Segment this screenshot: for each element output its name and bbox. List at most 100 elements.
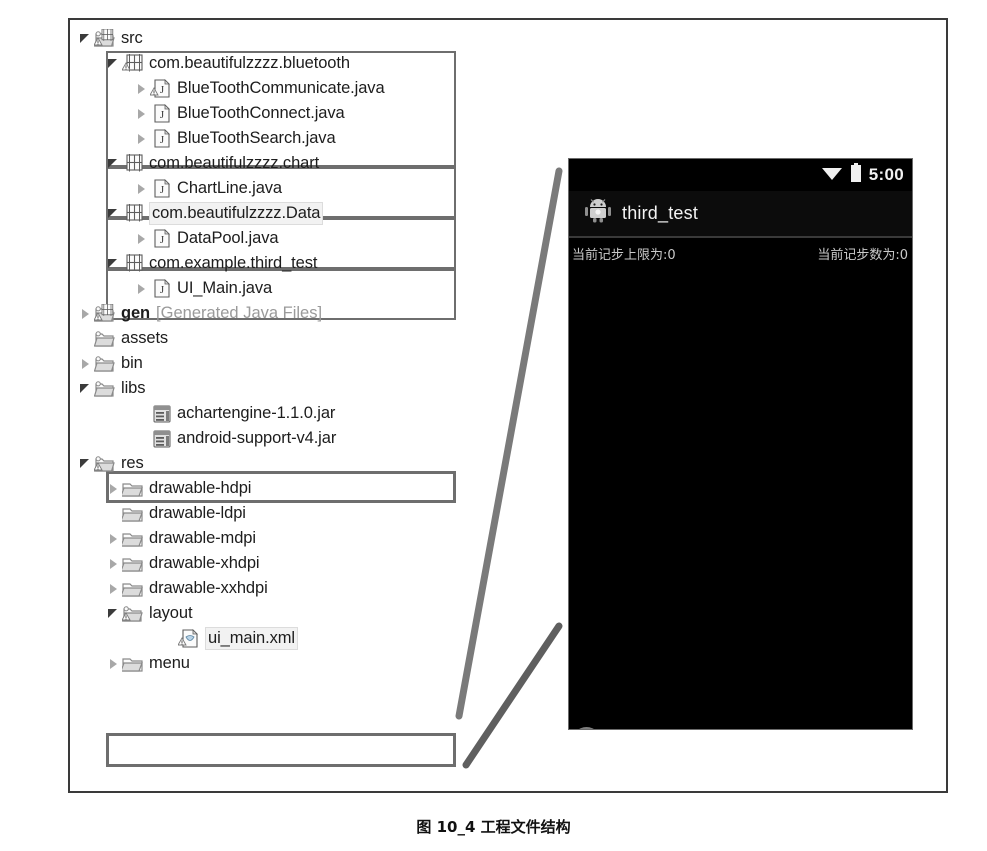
tree-row[interactable]: drawable-hdpi [106,476,251,501]
tree-row-label: drawable-xxhdpi [149,579,268,597]
expander-expand-icon[interactable] [134,276,150,301]
expander-expand-icon[interactable] [106,551,122,576]
folder-open-icon [122,479,144,499]
tree-row[interactable]: src [78,26,143,51]
seek-bar[interactable] [569,727,912,729]
tree-row[interactable]: J BlueToothCommunicate.java [134,76,385,101]
expander-expand-icon[interactable] [106,476,122,501]
expander-expand-icon[interactable] [106,651,122,676]
tree-row-label: drawable-mdpi [149,529,256,547]
folder-plain-icon [94,354,116,374]
folder-open-icon [122,579,144,599]
tree-row[interactable]: ui_main.xml [162,626,298,651]
expander-collapse-icon[interactable] [78,451,94,476]
android-status-bar: 5:00 [569,159,912,191]
svg-text:J: J [160,234,165,246]
tree-row[interactable]: J BlueToothSearch.java [134,126,336,151]
folder-plain-icon [94,379,116,399]
tree-row[interactable]: com.beautifulzzzz.chart [106,151,319,176]
java-file-icon: J [150,228,172,249]
folder-plain-icon [94,329,116,349]
tree-row-sublabel: [Generated Java Files] [156,304,323,322]
android-action-bar: third_test [569,191,912,238]
java-warn-icon: J [150,78,172,99]
tree-row-label: menu [149,654,190,672]
tree-row-label: drawable-hdpi [149,479,252,497]
tree-row[interactable]: drawable-mdpi [106,526,256,551]
expander-collapse-icon[interactable] [106,51,122,76]
tree-row-label: libs [121,379,146,397]
expander-expand-icon[interactable] [134,126,150,151]
tree-row[interactable]: drawable-xhdpi [106,551,260,576]
tree-row[interactable]: layout [106,601,193,626]
folder-warn-icon [94,454,116,474]
tree-row[interactable]: achartengine-1.1.0.jar [134,401,335,426]
expander-collapse-icon[interactable] [78,376,94,401]
expander-collapse-icon[interactable] [106,251,122,276]
source-folder-icon [94,303,116,324]
tree-row[interactable]: J DataPool.java [134,226,279,251]
step-count-label: 当前记步数为:0 [817,248,908,263]
tree-row[interactable]: bin [78,351,143,376]
expander-collapse-icon[interactable] [78,26,94,51]
tree-row[interactable]: J UI_Main.java [134,276,272,301]
expander-expand-icon[interactable] [78,351,94,376]
expander-expand-icon[interactable] [78,301,94,326]
expander-collapse-icon[interactable] [106,601,122,626]
tree-row-label: bin [121,354,143,372]
java-file-icon: J [150,103,172,124]
wifi-icon [821,165,843,186]
expander-expand-icon[interactable] [106,526,122,551]
expander-expand-icon[interactable] [106,576,122,601]
tree-row[interactable]: com.beautifulzzzz.bluetooth [106,51,350,76]
expander-expand-icon[interactable] [134,226,150,251]
svg-text:J: J [160,109,165,121]
tree-row-label: com.example.third_test [149,254,318,272]
svg-text:J: J [160,284,165,296]
tree-row[interactable]: drawable-ldpi [106,501,246,526]
svg-text:J: J [160,84,165,96]
tree-row-label: drawable-ldpi [149,504,246,522]
android-phone-mockup: 5:00 third_test 当前记步上限为:0 当前记步数为:0 [568,158,913,730]
package-warn-icon [122,53,144,74]
tree-row[interactable]: J ChartLine.java [134,176,282,201]
tree-row-label: layout [149,604,193,622]
tree-row-label: UI_Main.java [177,279,273,297]
tree-row[interactable]: com.beautifulzzzz.Data [106,201,324,226]
app-title: third_test [622,203,699,223]
java-file-icon: J [150,278,172,299]
tree-row[interactable]: android-support-v4.jar [134,426,336,451]
tree-row[interactable]: menu [106,651,190,676]
tree-row-label: drawable-xhdpi [149,554,260,572]
seek-bar-thumb-halo [572,727,601,729]
tree-row-label: src [121,29,143,47]
tree-row-label: com.beautifulzzzz.chart [149,154,320,172]
step-limit-label: 当前记步上限为:0 [572,248,676,263]
package-icon [122,153,144,174]
expander-expand-icon[interactable] [134,76,150,101]
tree-row[interactable]: assets [78,326,168,351]
expander-expand-icon[interactable] [134,101,150,126]
tree-row-label: BlueToothSearch.java [177,129,336,147]
project-tree[interactable]: src com.beautifulzzzz.bluetooth J BlueTooth… [70,20,470,791]
folder-open-icon [122,529,144,549]
expander-collapse-icon[interactable] [106,151,122,176]
tree-row[interactable]: drawable-xxhdpi [106,576,268,601]
tree-row[interactable]: com.example.third_test [106,251,317,276]
expander-collapse-icon[interactable] [106,201,122,226]
svg-text:J: J [160,184,165,196]
tree-row[interactable]: J BlueToothConnect.java [134,101,345,126]
tree-row[interactable]: gen [Generated Java Files] [78,301,322,326]
expander-expand-icon[interactable] [134,176,150,201]
source-folder-icon [94,28,116,49]
tree-row-label: achartengine-1.1.0.jar [177,404,336,422]
tree-row[interactable]: res [78,451,144,476]
folder-open-icon [122,554,144,574]
java-file-icon: J [150,178,172,199]
tree-row[interactable]: libs [78,376,145,401]
tree-row-label: android-support-v4.jar [177,429,337,447]
